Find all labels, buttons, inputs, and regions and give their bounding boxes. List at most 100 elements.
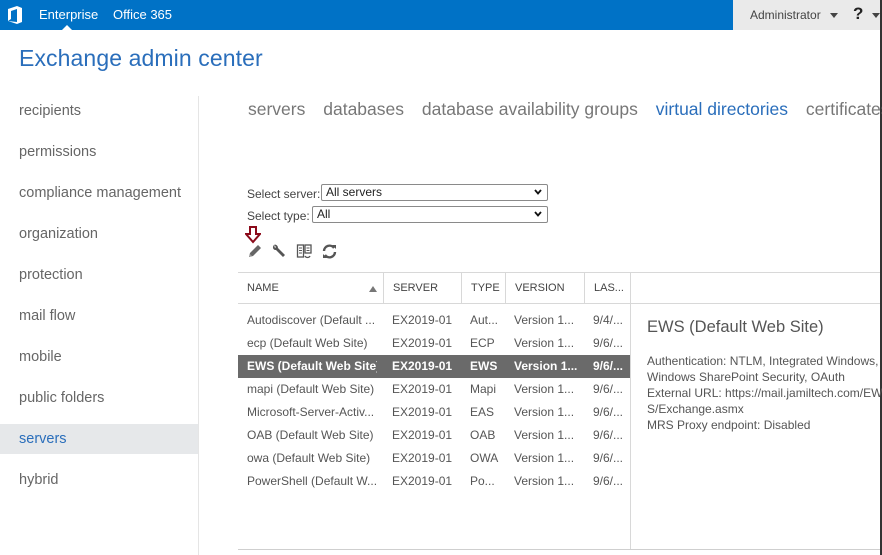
active-nav-indicator: [62, 25, 72, 30]
cell-type: OAB: [470, 428, 496, 442]
table-row[interactable]: OAB (Default Web Site) EX2019-01 OAB Ver…: [238, 424, 630, 447]
tab-servers[interactable]: servers: [248, 99, 305, 120]
cell-name: EWS (Default Web Site): [247, 359, 377, 373]
cell-name: OAB (Default Web Site): [247, 428, 374, 442]
cell-last: 9/6/...: [593, 474, 624, 488]
details-external-url-cont: S/Exchange.asmx: [647, 402, 744, 416]
edit-pencil-icon[interactable]: [246, 243, 263, 260]
cell-version: Version 1...: [514, 336, 575, 350]
table-row[interactable]: Microsoft-Server-Activ... EX2019-01 EAS …: [238, 401, 630, 424]
cell-name: mapi (Default Web Site): [247, 382, 375, 396]
select-type-dropdown[interactable]: All: [312, 206, 548, 223]
refresh-icon[interactable]: [321, 243, 338, 260]
column-header-type[interactable]: TYPE: [462, 273, 506, 304]
chevron-down-icon: [534, 211, 542, 217]
cell-version: Version 1...: [514, 451, 575, 465]
cell-type: Mapi: [470, 382, 497, 396]
tab-certificates[interactable]: certificates: [806, 99, 882, 120]
cell-server: EX2019-01: [392, 336, 453, 350]
sidebar-divider: [198, 96, 199, 555]
cell-last: 9/6/...: [593, 451, 624, 465]
table-row[interactable]: mapi (Default Web Site) EX2019-01 Mapi V…: [238, 378, 630, 401]
help-button[interactable]: ?: [853, 4, 863, 24]
sidebar-item-public-folders[interactable]: public folders: [0, 383, 198, 413]
grid-bottom-border: [238, 549, 880, 550]
cell-type: Aut...: [470, 313, 499, 327]
reset-virtual-directory-icon[interactable]: [296, 243, 313, 260]
column-name-label: NAME: [247, 282, 279, 294]
cell-type: Po...: [470, 474, 495, 488]
details-mrs-proxy: MRS Proxy endpoint: Disabled: [647, 418, 811, 432]
select-server-value: All servers: [326, 185, 383, 199]
page-title: Exchange admin center: [19, 45, 263, 71]
column-version-label: VERSION: [515, 282, 565, 294]
select-server-label: Select server:: [247, 187, 321, 201]
column-last-label: LAS...: [594, 282, 624, 294]
tab-virtual-directories[interactable]: virtual directories: [656, 99, 788, 120]
cell-type: EAS: [470, 405, 495, 419]
user-menu[interactable]: Administrator: [750, 8, 821, 22]
details-title: EWS (Default Web Site): [647, 318, 824, 336]
sidebar-item-recipients[interactable]: recipients: [0, 96, 198, 126]
cell-last: 9/6/...: [593, 336, 624, 350]
cell-type: OWA: [470, 451, 499, 465]
cell-version: Version 1...: [514, 428, 575, 442]
office-logo-icon[interactable]: [7, 6, 23, 24]
table-row[interactable]: PowerShell (Default W... EX2019-01 Po...…: [238, 470, 630, 493]
cell-name: ecp (Default Web Site): [247, 336, 368, 350]
details-external-url: External URL: https://mail.jamiltech.com…: [647, 386, 882, 400]
details-pane: EWS (Default Web Site) Authentication: N…: [647, 318, 882, 433]
cell-version: Version 1...: [514, 313, 575, 327]
sidebar-item-servers[interactable]: servers: [0, 424, 198, 454]
sidebar-item-protection[interactable]: protection: [0, 260, 198, 290]
details-pane-divider: [630, 272, 631, 550]
user-menu-area: Administrator ?: [733, 0, 882, 30]
select-server-dropdown[interactable]: All servers: [321, 184, 548, 201]
table-row[interactable]: owa (Default Web Site) EX2019-01 OWA Ver…: [238, 447, 630, 470]
column-header-name[interactable]: NAME: [238, 273, 384, 304]
cell-server: EX2019-01: [392, 474, 453, 488]
cell-type: ECP: [470, 336, 495, 350]
help-chevron-icon[interactable]: [872, 13, 880, 18]
sidebar-item-mobile[interactable]: mobile: [0, 342, 198, 372]
sidebar-item-compliance-management[interactable]: compliance management: [0, 178, 198, 208]
select-type-label: Select type:: [247, 209, 310, 223]
cell-version: Version 1...: [514, 474, 575, 488]
cell-type: EWS: [470, 359, 498, 373]
cell-last: 9/4/...: [593, 313, 624, 327]
wrench-icon[interactable]: [271, 243, 288, 260]
sidebar-item-mail-flow[interactable]: mail flow: [0, 301, 198, 331]
cell-name: PowerShell (Default W...: [247, 474, 377, 488]
nav-office-365[interactable]: Office 365: [113, 7, 172, 22]
cell-server: EX2019-01: [392, 428, 453, 442]
cell-name: Microsoft-Server-Activ...: [247, 405, 375, 419]
top-bar: Enterprise Office 365 Administrator ?: [0, 0, 882, 30]
details-authentication-cont: Windows SharePoint Security, OAuth: [647, 370, 845, 384]
details-body: Authentication: NTLM, Integrated Windows…: [647, 353, 882, 433]
cell-last: 9/6/...: [593, 405, 624, 419]
tab-databases[interactable]: databases: [323, 99, 404, 120]
select-type-value: All: [317, 207, 331, 221]
column-header-server[interactable]: SERVER: [384, 273, 462, 304]
grid-header: NAME SERVER TYPE VERSION LAS...: [238, 272, 880, 304]
tab-database-availability-groups[interactable]: database availability groups: [422, 99, 638, 120]
cell-server: EX2019-01: [392, 359, 453, 373]
sidebar-item-organization[interactable]: organization: [0, 219, 198, 249]
column-header-version[interactable]: VERSION: [506, 273, 585, 304]
column-header-last-modified[interactable]: LAS...: [585, 273, 631, 304]
user-menu-chevron-icon[interactable]: [830, 13, 838, 18]
cell-name: owa (Default Web Site): [247, 451, 371, 465]
tab-bar: servers databases database availability …: [248, 99, 882, 120]
cell-last: 9/6/...: [593, 382, 624, 396]
sidebar-item-permissions[interactable]: permissions: [0, 137, 198, 167]
annotation-down-arrow-icon: [245, 226, 261, 244]
nav-enterprise[interactable]: Enterprise: [39, 7, 98, 22]
table-row[interactable]: Autodiscover (Default ... EX2019-01 Aut.…: [238, 309, 630, 332]
table-row[interactable]: ecp (Default Web Site) EX2019-01 ECP Ver…: [238, 332, 630, 355]
sidebar-item-hybrid[interactable]: hybrid: [0, 465, 198, 495]
chevron-down-icon: [534, 189, 542, 195]
details-authentication: Authentication: NTLM, Integrated Windows…: [647, 354, 879, 368]
cell-server: EX2019-01: [392, 313, 453, 327]
cell-server: EX2019-01: [392, 382, 453, 396]
table-row-selected[interactable]: EWS (Default Web Site) EX2019-01 EWS Ver…: [238, 355, 630, 378]
